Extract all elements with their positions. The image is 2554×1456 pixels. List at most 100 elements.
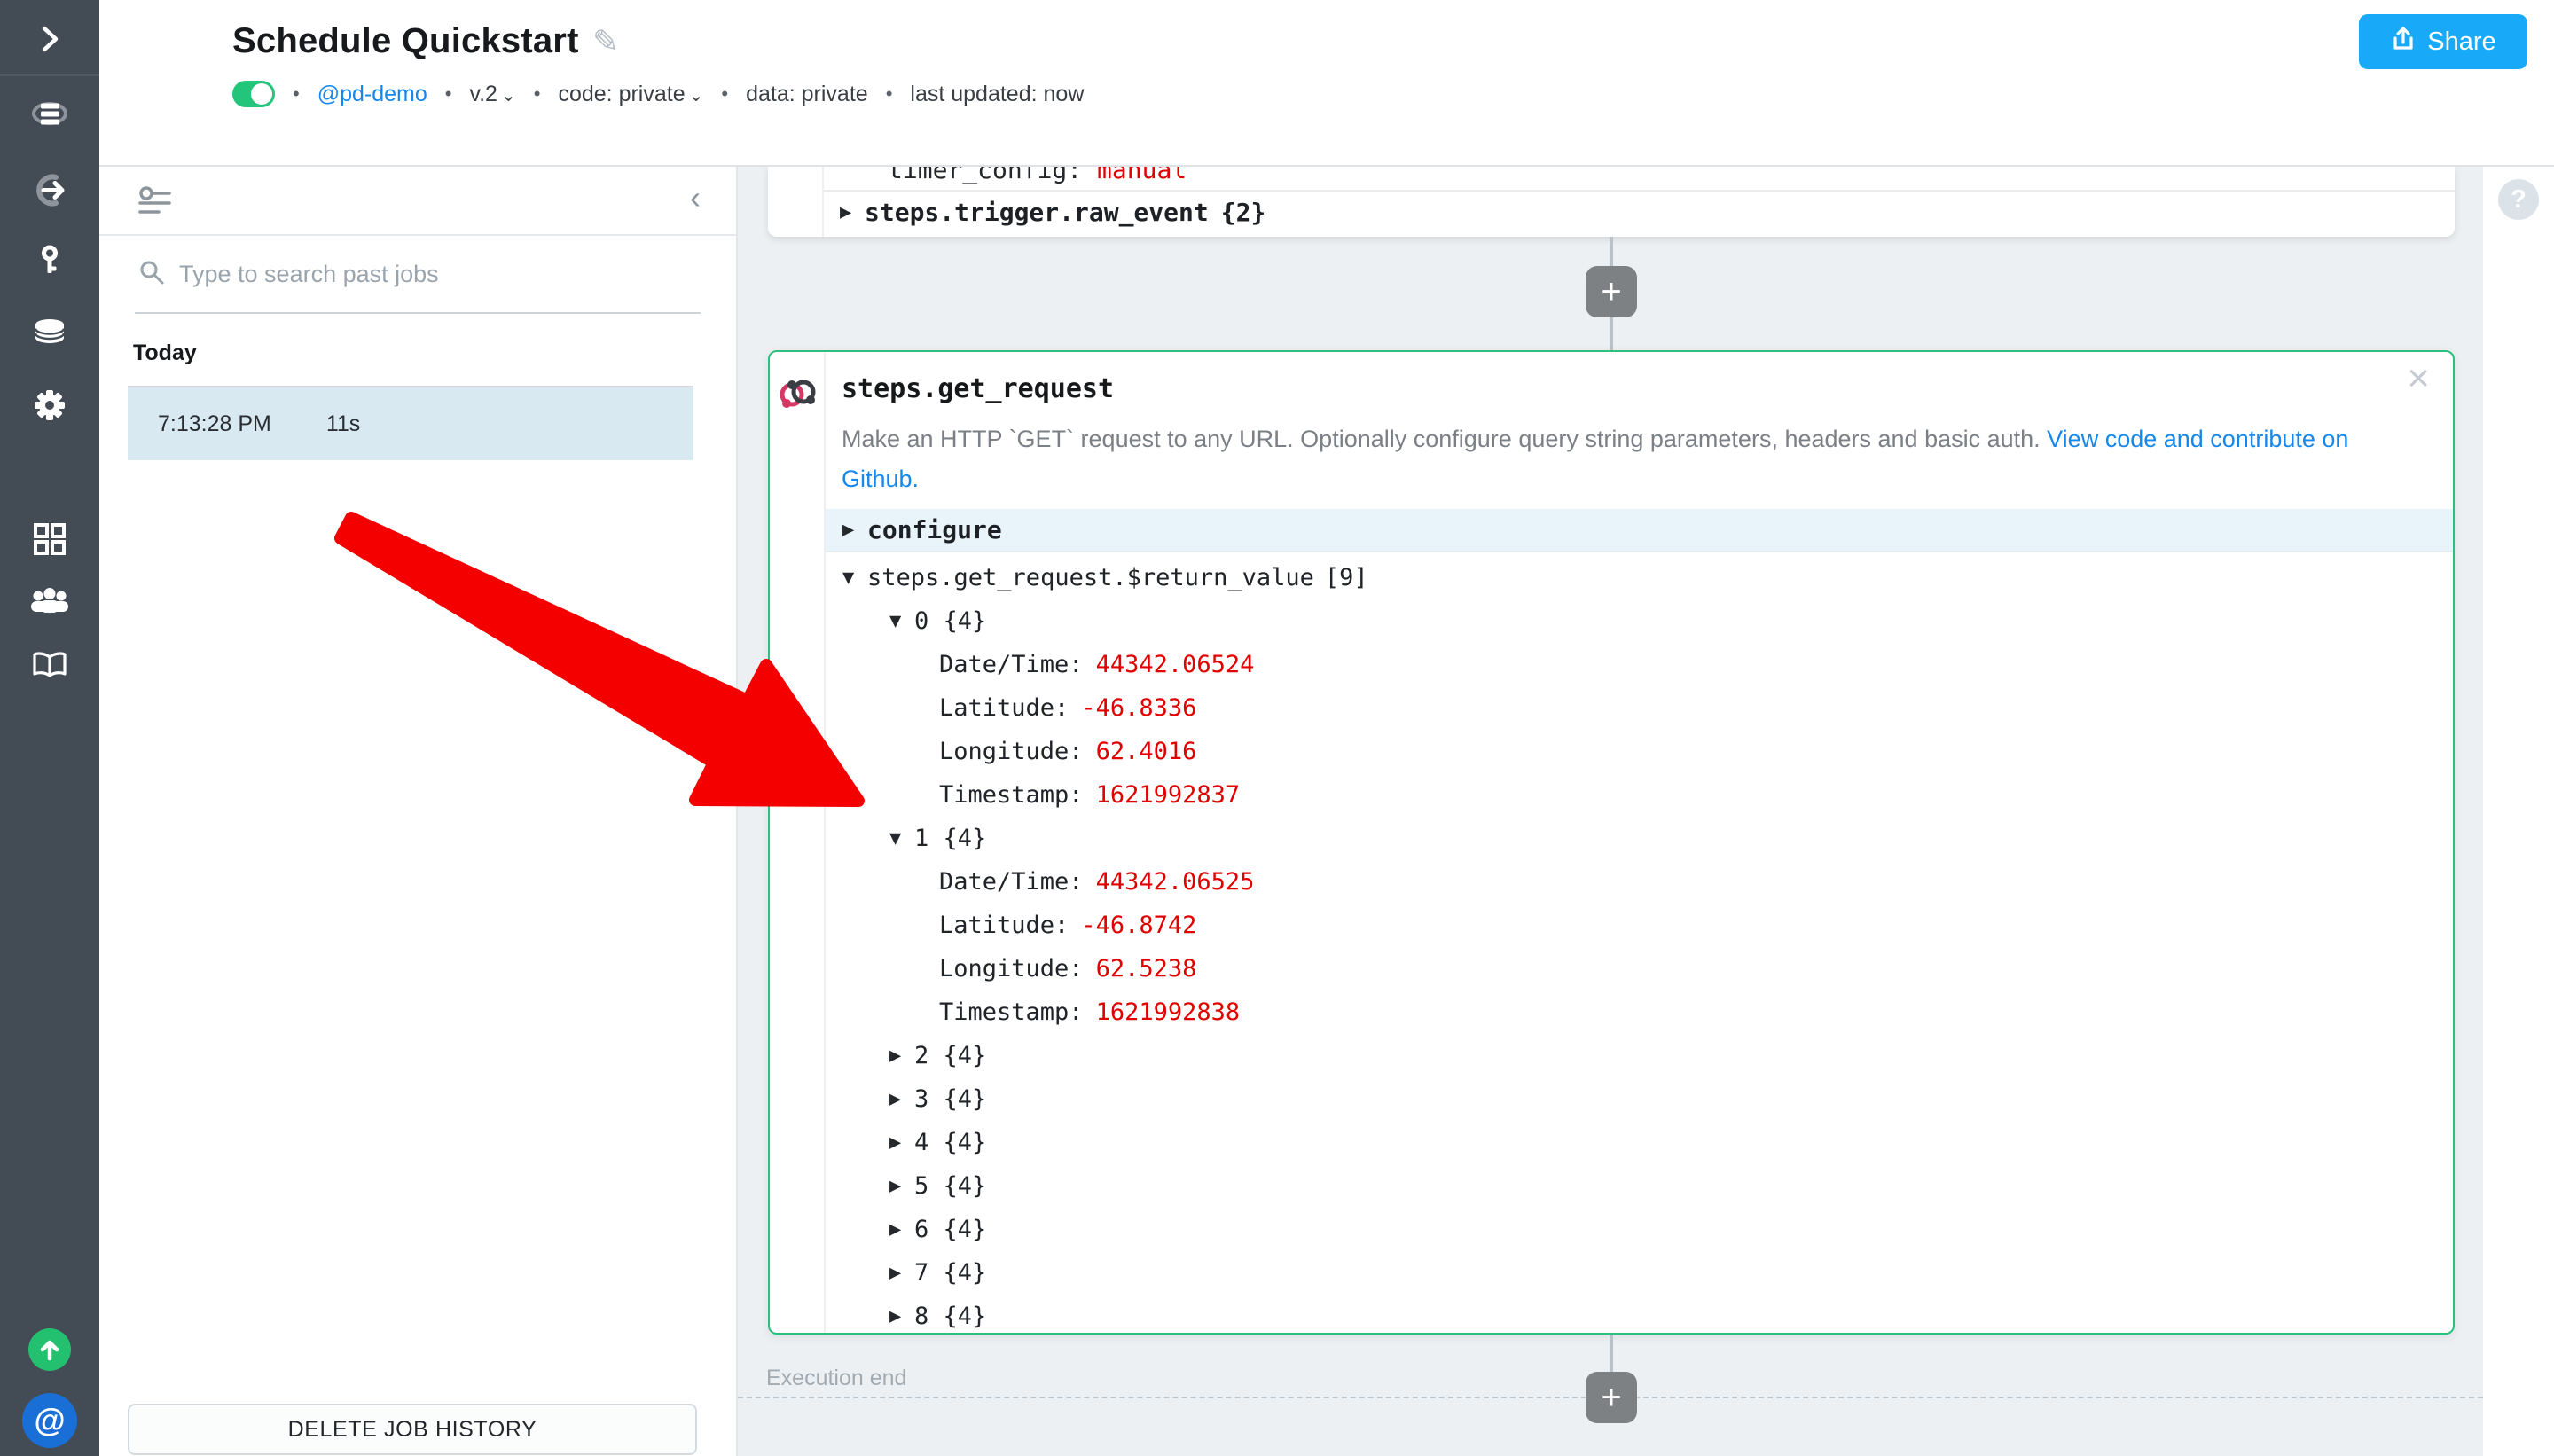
collapsed-icon: ▶: [889, 1045, 914, 1067]
separator-dot: •: [886, 82, 893, 106]
left-rail: @: [0, 0, 99, 1456]
help-button[interactable]: ?: [2498, 179, 2539, 220]
entry-label: 8 {4}: [914, 1303, 986, 1330]
filter-icon[interactable]: [137, 184, 172, 224]
field-row: Latitude:-46.8742: [826, 904, 2453, 947]
entry-row-2[interactable]: ▶2 {4}: [826, 1034, 2453, 1077]
share-button[interactable]: Share: [2359, 14, 2527, 69]
step-description: Make an HTTP `GET` request to any URL. O…: [842, 419, 2373, 499]
get-request-step-card[interactable]: × steps.get_request Make an HTTP `GET` r…: [768, 350, 2455, 1335]
arrow-up-icon: [28, 1328, 71, 1371]
sidebar-item-event-sources[interactable]: [0, 172, 99, 215]
entry-row-1[interactable]: ▼1 {4}: [826, 817, 2453, 860]
sidebar-item-settings[interactable]: [0, 386, 99, 428]
workflows-icon: [29, 95, 70, 140]
field-value: 1621992838: [1096, 998, 1241, 1026]
sidebar-item-docs[interactable]: [0, 648, 99, 691]
configure-label: configure: [867, 515, 1002, 544]
entry-row-6[interactable]: ▶6 {4}: [826, 1208, 2453, 1251]
field-row: Timestamp:1621992837: [826, 773, 2453, 817]
trigger-config-key: timer_config:: [888, 167, 1082, 184]
field-row: Longitude:62.4016: [826, 730, 2453, 773]
entry-row-8[interactable]: ▶8 {4}: [826, 1295, 2453, 1335]
whats-new-button[interactable]: [0, 1328, 99, 1371]
entry-label: 1 {4}: [914, 825, 986, 852]
job-duration: 11s: [326, 411, 360, 437]
field-row: Date/Time:44342.06524: [826, 643, 2453, 686]
step-card-gutter: [770, 352, 826, 1333]
field-value: 62.5238: [1096, 955, 1197, 982]
collapse-panel-icon[interactable]: ‹: [690, 179, 701, 216]
sidebar-item-apps[interactable]: [0, 520, 99, 562]
job-search-row: [99, 236, 736, 312]
execution-end-label: Execution end: [766, 1366, 906, 1391]
field-value: 44342.06525: [1096, 868, 1255, 896]
return-value-label: steps.get_request.$return_value: [867, 564, 1314, 591]
workflow-canvas: timer_config: manual ▶ steps.trigger.raw…: [738, 167, 2483, 1456]
field-row: Timestamp: 1621992838: [826, 990, 2453, 1034]
entry-label: 6 {4}: [914, 1216, 986, 1243]
trigger-card-body: timer_config: manual ▶ steps.trigger.raw…: [824, 167, 2455, 237]
code-visibility-dropdown[interactable]: code: private⌄: [558, 82, 703, 107]
add-step-button-top[interactable]: +: [1586, 266, 1637, 317]
toggle-knob: [251, 83, 272, 105]
trigger-step-card[interactable]: timer_config: manual ▶ steps.trigger.raw…: [768, 167, 2455, 237]
entry-row-4[interactable]: ▶4 {4}: [826, 1121, 2453, 1164]
return-value-row[interactable]: ▼ steps.get_request.$return_value [9]: [826, 556, 2453, 599]
field-key: Timestamp:: [939, 998, 1084, 1026]
workflow-meta-row: • @pd-demo • v.2⌄ • code: private⌄ • dat…: [232, 76, 1084, 112]
trigger-config-value: manual: [1097, 167, 1187, 184]
entry-row-5[interactable]: ▶5 {4}: [826, 1164, 2453, 1208]
collapsed-icon: ▶: [840, 201, 865, 223]
sidebar-item-auth[interactable]: [0, 243, 99, 286]
job-row[interactable]: 7:13:28 PM 11s: [128, 386, 693, 460]
field-row: Date/Time:44342.06525: [826, 860, 2453, 904]
sidebar-item-data-stores[interactable]: [0, 315, 99, 357]
entry-label: 5 {4}: [914, 1172, 986, 1200]
expand-rail-button[interactable]: [0, 20, 99, 62]
separator-dot: •: [534, 82, 541, 106]
chevron-down-icon: ⌄: [501, 86, 516, 106]
close-icon[interactable]: ×: [2407, 359, 2430, 398]
last-updated-label: last updated: now: [910, 82, 1084, 107]
add-step-button-bottom[interactable]: +: [1586, 1372, 1637, 1423]
field-key: Date/Time:: [939, 651, 1084, 678]
version-dropdown[interactable]: v.2⌄: [469, 82, 515, 107]
job-section-label: Today: [133, 341, 736, 366]
edit-title-icon[interactable]: ✎: [592, 23, 619, 60]
trigger-raw-event-row[interactable]: ▶ steps.trigger.raw_event {2}: [824, 192, 2455, 233]
entry-row-3[interactable]: ▶3 {4}: [826, 1077, 2453, 1121]
field-row: Latitude:-46.8336: [826, 686, 2453, 730]
collapsed-icon: ▶: [889, 1131, 914, 1154]
field-value: 62.4016: [1096, 738, 1197, 765]
pipedream-logo-icon: [777, 373, 818, 419]
step-connector-line-bottom: [1610, 1335, 1613, 1377]
panel-topbar: ‹: [99, 167, 736, 236]
deploy-toggle[interactable]: [232, 81, 275, 107]
search-input[interactable]: [179, 261, 697, 288]
configure-section-toggle[interactable]: ▶ configure: [826, 509, 2453, 552]
job-time: 7:13:28 PM: [158, 411, 271, 437]
chevron-down-icon: ⌄: [689, 86, 704, 106]
key-icon: [29, 242, 70, 287]
right-strip: ?: [2483, 167, 2554, 1456]
job-history-panel: ‹ Today 7:13:28 PM 11s DELETE JOB HISTOR…: [99, 167, 738, 1456]
search-underline: [135, 312, 701, 314]
field-value: -46.8336: [1081, 694, 1196, 722]
workflow-header: Schedule Quickstart ✎ • @pd-demo • v.2⌄ …: [99, 0, 2554, 167]
expanded-icon: ▼: [842, 567, 867, 589]
account-link[interactable]: @pd-demo: [317, 82, 427, 107]
sidebar-item-community[interactable]: [0, 583, 99, 626]
entry-row-0[interactable]: ▼0 {4}: [826, 599, 2453, 643]
gear-icon: [29, 385, 70, 430]
field-key: Timestamp:: [939, 781, 1084, 809]
share-icon: [2390, 25, 2417, 59]
rail-divider: [0, 74, 99, 76]
delete-job-history-button[interactable]: DELETE JOB HISTORY: [128, 1404, 697, 1455]
user-avatar[interactable]: @: [0, 1393, 99, 1448]
return-value-count: [9]: [1325, 564, 1368, 591]
collapsed-icon: ▶: [842, 519, 867, 541]
page-title: Schedule Quickstart: [232, 21, 579, 61]
sidebar-item-workflows[interactable]: [0, 96, 99, 138]
entry-row-7[interactable]: ▶7 {4}: [826, 1251, 2453, 1295]
